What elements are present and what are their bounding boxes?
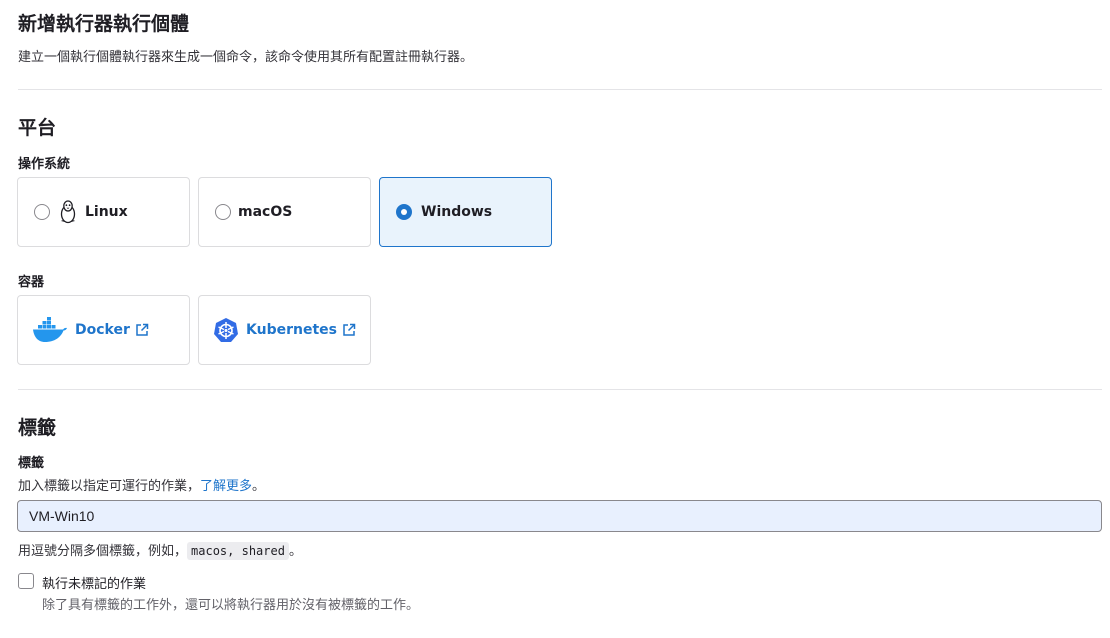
page-title: 新增執行器執行個體: [18, 13, 190, 35]
windows-label: Windows: [421, 204, 493, 220]
run-untagged-checkbox[interactable]: [18, 573, 34, 589]
kubernetes-label: Kubernetes: [246, 322, 337, 338]
tags-input[interactable]: [17, 500, 1102, 532]
tags-help-prefix: 加入標籤以指定可運行的作業，: [18, 479, 201, 494]
tags-help-suffix: 。: [252, 479, 266, 494]
divider: [18, 89, 1102, 90]
kubernetes-icon: [214, 318, 238, 342]
tags-section-title: 標籤: [18, 417, 57, 439]
os-option-macos[interactable]: macOS: [198, 177, 371, 247]
containers-label: 容器: [18, 275, 45, 290]
os-option-linux[interactable]: Linux: [17, 177, 190, 247]
macos-label: macOS: [238, 204, 293, 220]
page-description: 建立一個執行個體執行器來生成一個命令，該命令使用其所有配置註冊執行器。: [18, 50, 474, 65]
linux-radio[interactable]: [34, 204, 50, 220]
container-option-kubernetes[interactable]: Kubernetes: [198, 295, 371, 365]
external-link-icon: [136, 323, 149, 336]
os-label: 操作系統: [18, 157, 71, 172]
run-untagged-help: 除了具有標籤的工作外，還可以將執行器用於沒有被標籤的工作。: [42, 598, 420, 613]
external-link-icon: [343, 323, 356, 336]
windows-radio[interactable]: [396, 204, 412, 220]
macos-radio[interactable]: [215, 204, 231, 220]
tags-format-suffix: 。: [288, 544, 302, 559]
tags-format-help: 用逗號分隔多個標籤，例如， macos, shared。: [18, 540, 302, 560]
run-untagged-label[interactable]: 執行未標記的作業: [42, 573, 146, 592]
tags-help-text: 加入標籤以指定可運行的作業，了解更多。: [18, 475, 265, 494]
divider: [18, 389, 1102, 390]
platform-section-title: 平台: [18, 117, 57, 139]
docker-label: Docker: [75, 322, 130, 338]
container-option-docker[interactable]: Docker: [17, 295, 190, 365]
linux-label: Linux: [85, 204, 128, 220]
docker-icon: [33, 317, 67, 342]
os-option-windows[interactable]: Windows: [379, 177, 552, 247]
tags-field-label: 標籤: [18, 456, 45, 471]
linux-penguin-icon: [60, 200, 76, 224]
learn-more-link[interactable]: 了解更多: [200, 479, 252, 494]
tags-format-prefix: 用逗號分隔多個標籤，例如，: [18, 544, 188, 559]
tags-format-example: macos, shared: [187, 542, 289, 560]
